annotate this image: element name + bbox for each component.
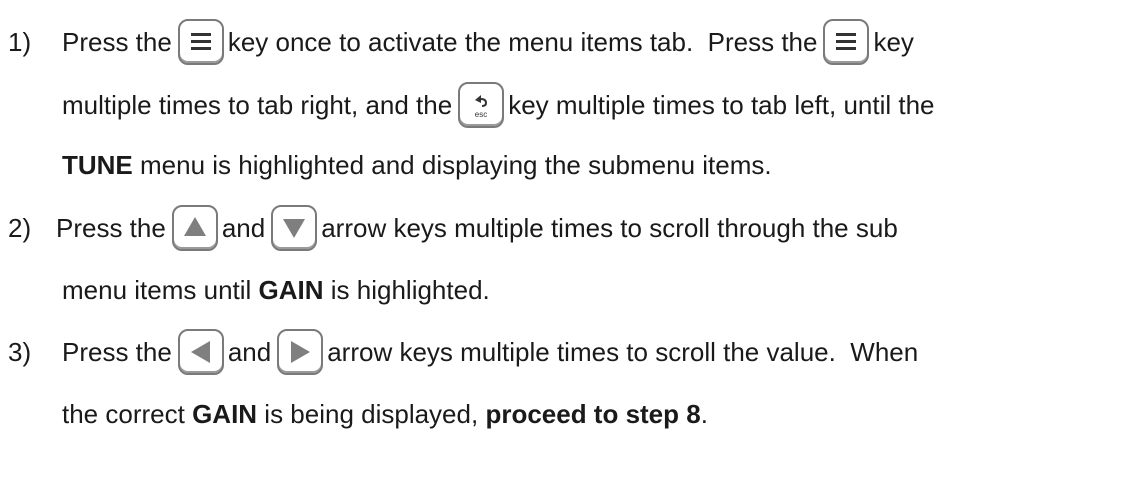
esc-label: esc [475,110,487,119]
step-2-text-a: Press the [56,212,166,243]
step-1-line-2: multiple times to tab right, and the esc… [62,80,935,130]
right-key-button [277,329,324,375]
step-2-text-b: and [221,212,266,243]
menu-key-button-2 [823,19,870,65]
menu-icon [836,33,857,50]
step-1-text-b: key once to activate the menu items tab.… [227,26,818,57]
step-1-line3-rest: menu is highlighted and displaying the s… [132,149,772,180]
step-1-text-c: key [873,26,914,57]
step-3-number: 3) [8,336,32,367]
step-3-text-b: and [227,336,272,367]
step-2-line-1: 2) Press the and arrow keys multiple tim… [8,203,898,253]
step-3-line-2: the correct GAIN is being displayed, pro… [62,389,708,439]
step-2-line-2: menu items until GAIN is highlighted. [62,265,490,315]
left-arrow-icon [190,341,210,363]
down-key-button [271,205,318,251]
step-3-line2-a: the correct [62,398,193,429]
right-arrow-icon [291,341,311,363]
left-key-button [177,329,224,375]
proceed-label: proceed to step 8 [485,398,701,429]
gain-label: GAIN [258,274,324,305]
menu-key-button [177,19,224,65]
tune-label: TUNE [62,149,133,180]
step-2-line2-b: is highlighted. [323,274,490,305]
step-1-text-a: Press the [62,26,172,57]
step-2-number: 2) [8,212,32,243]
step-3-line-1: 3) Press the and arrow keys multiple tim… [8,327,918,377]
step-1-line-1: 1) Press the key once to activate the me… [8,17,914,67]
step-1-number: 1) [8,26,32,57]
step-2-line2-a: menu items until [62,274,259,305]
step-2-text-c: arrow keys multiple times to scroll thro… [321,212,898,243]
step-1-line2-a: multiple times to tab right, and the [62,89,453,120]
up-arrow-icon [183,217,206,236]
step-3-line2-b: is being displayed, [257,398,486,429]
step-3-text-c: arrow keys multiple times to scroll the … [327,336,919,367]
menu-icon [190,33,211,50]
step-3-text-a: Press the [62,336,172,367]
esc-key-button: esc [458,82,505,128]
step-3-line2-c: . [700,398,708,429]
up-key-button [171,205,218,251]
step-1-line-3: TUNE menu is highlighted and displaying … [62,140,772,190]
esc-back-icon: esc [475,95,487,119]
step-1-line2-b: key multiple times to tab left, until th… [508,89,935,120]
gain-label-2: GAIN [192,398,258,429]
down-arrow-icon [283,219,306,238]
